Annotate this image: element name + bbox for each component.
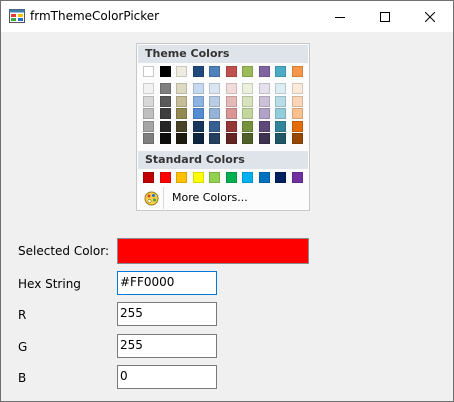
close-icon [425, 11, 435, 22]
theme-shade-swatch[interactable] [159, 133, 171, 145]
theme-shade-swatch[interactable] [143, 120, 154, 132]
theme-shade-swatch[interactable] [242, 83, 253, 94]
theme-shade-swatch[interactable] [225, 108, 237, 120]
theme-shade-swatch[interactable] [258, 108, 270, 120]
theme-color-swatch[interactable] [242, 66, 253, 77]
theme-shade-swatch[interactable] [242, 108, 253, 120]
title-bar[interactable]: frmThemeColorPicker [1, 1, 453, 32]
theme-shade-swatch[interactable] [192, 120, 204, 132]
theme-shade-swatch[interactable] [275, 108, 286, 120]
r-input[interactable]: 255 [117, 302, 217, 326]
theme-shade-swatch[interactable] [275, 95, 286, 107]
theme-shade-swatch[interactable] [242, 133, 253, 145]
theme-shade-swatch[interactable] [176, 120, 187, 132]
theme-shade-swatch[interactable] [242, 95, 253, 107]
theme-shade-swatch[interactable] [192, 133, 204, 145]
theme-shade-swatch[interactable] [192, 95, 204, 107]
standard-color-swatch[interactable] [225, 172, 237, 183]
separator [163, 187, 164, 209]
standard-color-swatch[interactable] [192, 172, 204, 183]
standard-color-swatch[interactable] [209, 172, 220, 183]
theme-shade-swatch[interactable] [258, 133, 270, 145]
theme-shade-swatch[interactable] [291, 108, 303, 120]
hex-string-input[interactable]: #FF0000 [117, 271, 217, 295]
theme-shade-swatch[interactable] [176, 83, 187, 94]
theme-shade-swatch[interactable] [258, 95, 270, 107]
theme-shade-swatch[interactable] [159, 83, 171, 94]
theme-colors-heading: Theme Colors [138, 45, 308, 63]
theme-shade-swatch[interactable] [143, 95, 154, 107]
theme-color-swatch[interactable] [258, 66, 270, 77]
theme-shade-swatch[interactable] [209, 95, 220, 107]
theme-shade-swatch[interactable] [258, 83, 270, 94]
theme-color-swatch[interactable] [192, 66, 204, 77]
standard-color-swatch[interactable] [242, 172, 253, 183]
app-window: frmThemeColorPicker Theme Colors Standar… [0, 0, 454, 402]
theme-shade-swatch[interactable] [275, 120, 286, 132]
theme-color-swatch[interactable] [159, 66, 171, 77]
theme-color-swatch[interactable] [209, 66, 220, 77]
theme-shade-swatch[interactable] [291, 95, 303, 107]
theme-shade-swatch[interactable] [159, 95, 171, 107]
theme-color-swatch[interactable] [143, 66, 154, 77]
more-colors-label: More Colors... [172, 191, 248, 204]
selected-color-preview [117, 238, 309, 264]
b-label: B [18, 371, 27, 385]
theme-shade-swatch[interactable] [209, 120, 220, 132]
standard-color-swatch[interactable] [275, 172, 286, 183]
g-input[interactable]: 255 [117, 334, 217, 358]
theme-shade-swatch[interactable] [209, 83, 220, 94]
more-colors-button[interactable]: More Colors... [138, 187, 308, 209]
hex-string-label: Hex String [18, 277, 81, 291]
theme-shade-swatch[interactable] [192, 108, 204, 120]
theme-color-swatch[interactable] [291, 66, 303, 77]
theme-shade-swatch[interactable] [275, 133, 286, 145]
theme-shade-swatch[interactable] [291, 83, 303, 94]
g-label: G [18, 340, 28, 354]
theme-shade-swatch[interactable] [258, 120, 270, 132]
theme-shade-swatch[interactable] [225, 133, 237, 145]
standard-color-swatch[interactable] [159, 172, 171, 183]
theme-shade-swatch[interactable] [143, 83, 154, 94]
theme-shade-swatch[interactable] [176, 133, 187, 145]
theme-color-swatch[interactable] [225, 66, 237, 77]
theme-shade-swatch[interactable] [225, 120, 237, 132]
theme-shade-swatch[interactable] [225, 95, 237, 107]
theme-color-swatch[interactable] [275, 66, 286, 77]
theme-shade-swatch[interactable] [176, 95, 187, 107]
window-title: frmThemeColorPicker [30, 9, 160, 23]
theme-shade-swatch[interactable] [159, 120, 171, 132]
theme-shade-swatch[interactable] [242, 120, 253, 132]
standard-color-swatch[interactable] [143, 172, 154, 183]
theme-shade-swatch[interactable] [225, 83, 237, 94]
palette-icon [144, 191, 159, 206]
theme-shade-swatch[interactable] [192, 83, 204, 94]
standard-color-swatch[interactable] [258, 172, 270, 183]
theme-color-picker: Theme Colors Standard Colors More Colors… [136, 43, 310, 211]
standard-colors-heading: Standard Colors [138, 151, 308, 169]
maximize-icon [380, 11, 390, 22]
b-input[interactable]: 0 [117, 365, 217, 389]
theme-shade-swatch[interactable] [209, 133, 220, 145]
theme-shade-swatch[interactable] [143, 108, 154, 120]
theme-shade-swatch[interactable] [209, 108, 220, 120]
selected-color-label: Selected Color: [18, 244, 109, 258]
close-button[interactable] [407, 1, 453, 32]
theme-shade-swatch[interactable] [291, 133, 303, 145]
theme-shade-swatch[interactable] [143, 133, 154, 145]
r-label: R [18, 308, 27, 322]
theme-shade-swatch[interactable] [176, 108, 187, 120]
minimize-icon [335, 16, 345, 18]
theme-shade-swatch[interactable] [275, 83, 286, 94]
standard-color-swatch[interactable] [176, 172, 187, 183]
app-icon [9, 9, 25, 23]
standard-color-swatch[interactable] [291, 172, 303, 183]
minimize-button[interactable] [317, 1, 363, 32]
theme-shade-swatch[interactable] [291, 120, 303, 132]
theme-shade-swatch[interactable] [159, 108, 171, 120]
maximize-button[interactable] [362, 1, 408, 32]
theme-color-swatch[interactable] [176, 66, 187, 77]
